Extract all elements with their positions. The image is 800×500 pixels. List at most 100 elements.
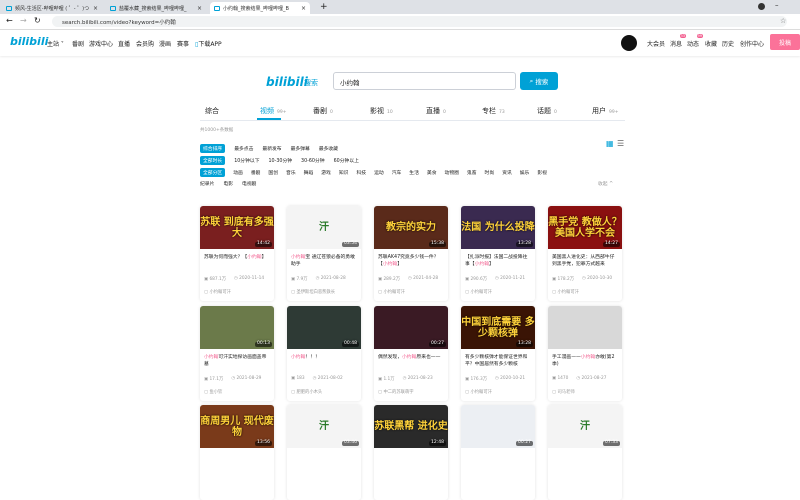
- video-title[interactable]: 有多少颗核弹才能保证世界和平？中国居然有多少颗核: [465, 354, 531, 368]
- close-tab-icon[interactable]: ×: [197, 5, 202, 12]
- filter-option[interactable]: 时尚: [485, 169, 495, 176]
- filter-option[interactable]: 娱乐: [520, 169, 530, 176]
- url-input[interactable]: search.bilibili.com/video?keyword=小约翰: [52, 16, 787, 27]
- tab-live[interactable]: 直播 0: [426, 106, 446, 116]
- close-tab-icon[interactable]: ×: [301, 5, 306, 12]
- filter-option[interactable]: 30-60分钟: [301, 157, 325, 164]
- filter-option[interactable]: 汽车: [392, 169, 402, 176]
- filter-option[interactable]: 游戏: [321, 169, 331, 176]
- filter-option[interactable]: 运动: [374, 169, 384, 176]
- video-thumbnail[interactable]: 中国到底需要 多少颗核弹 13:28: [461, 306, 535, 349]
- video-card[interactable]: 汗 07:33: [548, 405, 622, 500]
- filter-option[interactable]: 舞蹈: [304, 169, 314, 176]
- filter-option[interactable]: 音乐: [286, 169, 296, 176]
- video-thumbnail[interactable]: 商周男儿 现代废物 13:56: [200, 405, 274, 448]
- nav-mall[interactable]: 会员购: [136, 39, 154, 48]
- video-thumbnail[interactable]: 00:13: [200, 306, 274, 349]
- uploader[interactable]: ▢ 圣伊斯坦白恶熊鉄长: [291, 289, 335, 295]
- avatar[interactable]: [621, 35, 637, 51]
- forward-icon[interactable]: →: [20, 16, 27, 25]
- filter-option[interactable]: 科技: [356, 169, 366, 176]
- nav-messages[interactable]: 消息 33: [670, 34, 687, 48]
- close-tab-icon[interactable]: ×: [93, 5, 98, 12]
- video-card[interactable]: 手工漫画——小约翰亦敢(第2季) ▣ 1470 ◷ 2021-08-27 ▢ 司马老师: [548, 306, 622, 401]
- nav-live[interactable]: 直播: [118, 39, 130, 48]
- video-title[interactable]: 小约翰！！！: [291, 354, 357, 368]
- minimize-icon[interactable]: –: [775, 1, 779, 9]
- video-thumbnail[interactable]: 00:27: [461, 405, 535, 448]
- filter-option[interactable]: 纪录片: [200, 180, 214, 187]
- video-card[interactable]: 00:27 偶然发现，小约翰原来也—— ▣ 1.1万 ◷ 2021-08-23 ▢ 中二…: [374, 306, 448, 401]
- video-thumbnail[interactable]: 黑手党 教做人？美国人学不会 14:27: [548, 206, 622, 249]
- search-input[interactable]: 小约翰: [333, 72, 516, 90]
- video-card[interactable]: 商周男儿 现代废物 13:56: [200, 405, 274, 500]
- video-card[interactable]: 苏联 到底有多强大 14:42 苏联为何而强大？【小约翰】 ▣ 687.1万 ◷ 202…: [200, 206, 274, 301]
- uploader[interactable]: ▢ 小约翰可汗: [465, 389, 492, 395]
- upload-button[interactable]: 投稿: [770, 34, 800, 50]
- uploader[interactable]: ▢ 小约翰可汗: [552, 289, 579, 295]
- tab-film[interactable]: 影视 10: [370, 106, 393, 116]
- video-card[interactable]: 法国 为什么投降 13:28 【扎派时报】法国二战投降往事【小约翰】 ▣ 290.6万…: [461, 206, 535, 301]
- filter-option[interactable]: 最多点击: [234, 145, 253, 152]
- video-thumbnail[interactable]: 法国 为什么投降 13:28: [461, 206, 535, 249]
- filter-option[interactable]: 电视剧: [242, 180, 256, 187]
- video-card[interactable]: 教宗的实力 15:38 苏联AK47究竟多少钱一件？【小约翰】 ▣ 289.2万 ◷ 2…: [374, 206, 448, 301]
- filter-option[interactable]: 10-30分钟: [269, 157, 293, 164]
- video-title[interactable]: 【扎派时报】法国二战投降往事【小约翰】: [465, 254, 531, 268]
- list-view-icon[interactable]: ☰: [617, 139, 624, 148]
- uploader[interactable]: ▢ 中二的苏联萌宇: [378, 389, 414, 395]
- collapse-toggle[interactable]: 收起 ^: [598, 180, 613, 187]
- nav-dynamic[interactable]: 动态 99: [687, 34, 704, 48]
- video-thumbnail[interactable]: [548, 306, 622, 349]
- nav-main[interactable]: 主站 ˅: [47, 39, 64, 48]
- tab-all[interactable]: 综合: [205, 106, 219, 116]
- filter-option[interactable]: 最新发布: [262, 145, 281, 152]
- video-card[interactable]: 00:48 小约翰！！！ ▣ 183 ◷ 2021-08-02 ▢ 肥肥的小木头: [287, 306, 361, 401]
- browser-tab[interactable]: 盐覆水藏_搜索结果_哔哩哔哩_ ×: [106, 2, 206, 14]
- video-title[interactable]: 苏联AK47究竟多少钱一件？【小约翰】: [378, 254, 444, 268]
- reload-icon[interactable]: ↻: [34, 16, 41, 25]
- video-thumbnail[interactable]: 苏联黑帮 进化史 12:48: [374, 405, 448, 448]
- filter-option[interactable]: 影视: [537, 169, 547, 176]
- new-tab-button[interactable]: +: [320, 2, 328, 12]
- uploader[interactable]: ▢ 小约翰可汗: [378, 289, 405, 295]
- filter-option[interactable]: 60分钟以上: [334, 157, 359, 164]
- profile-icon[interactable]: [758, 3, 765, 10]
- tab-user[interactable]: 用户 99+: [592, 106, 619, 116]
- nav-creator-center[interactable]: 创作中心: [740, 39, 764, 48]
- filter-option[interactable]: 资讯: [502, 169, 512, 176]
- filter-option[interactable]: 动物圈: [445, 169, 459, 176]
- filter-option[interactable]: 生活: [409, 169, 419, 176]
- video-thumbnail[interactable]: 苏联 到底有多强大 14:42: [200, 206, 274, 249]
- video-title[interactable]: 手工漫画——小约翰亦敢(第2季): [552, 354, 618, 368]
- uploader[interactable]: ▢ 鱼小钦: [204, 389, 222, 395]
- video-thumbnail[interactable]: 00:48: [287, 306, 361, 349]
- filter-option[interactable]: 动画: [233, 169, 243, 176]
- bookmark-star-icon[interactable]: ☆: [780, 17, 786, 25]
- video-card[interactable]: 中国到底需要 多少颗核弹 13:28 有多少颗核弹才能保证世界和平？中国居然有多少颗…: [461, 306, 535, 401]
- filter-option[interactable]: 美食: [427, 169, 437, 176]
- tab-topic[interactable]: 话题 0: [537, 106, 557, 116]
- video-title[interactable]: 美国黑人进化史：从西部牛仔到黑手党，犯罪方式越来: [552, 254, 618, 268]
- browser-tab-active[interactable]: 小约翰_搜索结果_哔哩哔哩_B ×: [210, 2, 310, 14]
- filter-option[interactable]: 全部分区: [200, 168, 226, 177]
- nav-favorites[interactable]: 收藏: [705, 39, 717, 48]
- video-title[interactable]: 小约翰宝 通辽苍狼必备的勇敢助手: [291, 254, 357, 268]
- video-thumbnail[interactable]: 教宗的实力 15:38: [374, 206, 448, 249]
- tab-article[interactable]: 专栏 73: [482, 106, 505, 116]
- video-card[interactable]: 黑手党 教做人？美国人学不会 14:27 美国黑人进化史：从西部牛仔到黑手党，犯罪方…: [548, 206, 622, 301]
- uploader[interactable]: ▢ 小约翰可汗: [204, 289, 231, 295]
- back-icon[interactable]: ←: [6, 16, 13, 25]
- filter-option[interactable]: 鬼畜: [467, 169, 477, 176]
- tab-video[interactable]: 视频 99+: [260, 106, 287, 116]
- nav-manga[interactable]: 漫画: [159, 39, 171, 48]
- video-card[interactable]: 苏联黑帮 进化史 12:48: [374, 405, 448, 500]
- video-card[interactable]: 00:13 小约翰可汗实地探访画面盖帝墓 ▣ 17.1万 ◷ 2021-08-29 ▢ …: [200, 306, 274, 401]
- filter-option[interactable]: 综合排序: [200, 144, 226, 153]
- filter-option[interactable]: 知识: [339, 169, 349, 176]
- nav-vip[interactable]: 大会员: [647, 39, 665, 48]
- video-thumbnail[interactable]: 汗 03:46: [287, 405, 361, 448]
- uploader[interactable]: ▢ 小约翰可汗: [465, 289, 492, 295]
- video-title[interactable]: 小约翰可汗实地探访画面盖帝墓: [204, 354, 270, 368]
- grid-view-icon[interactable]: ▦: [606, 139, 614, 148]
